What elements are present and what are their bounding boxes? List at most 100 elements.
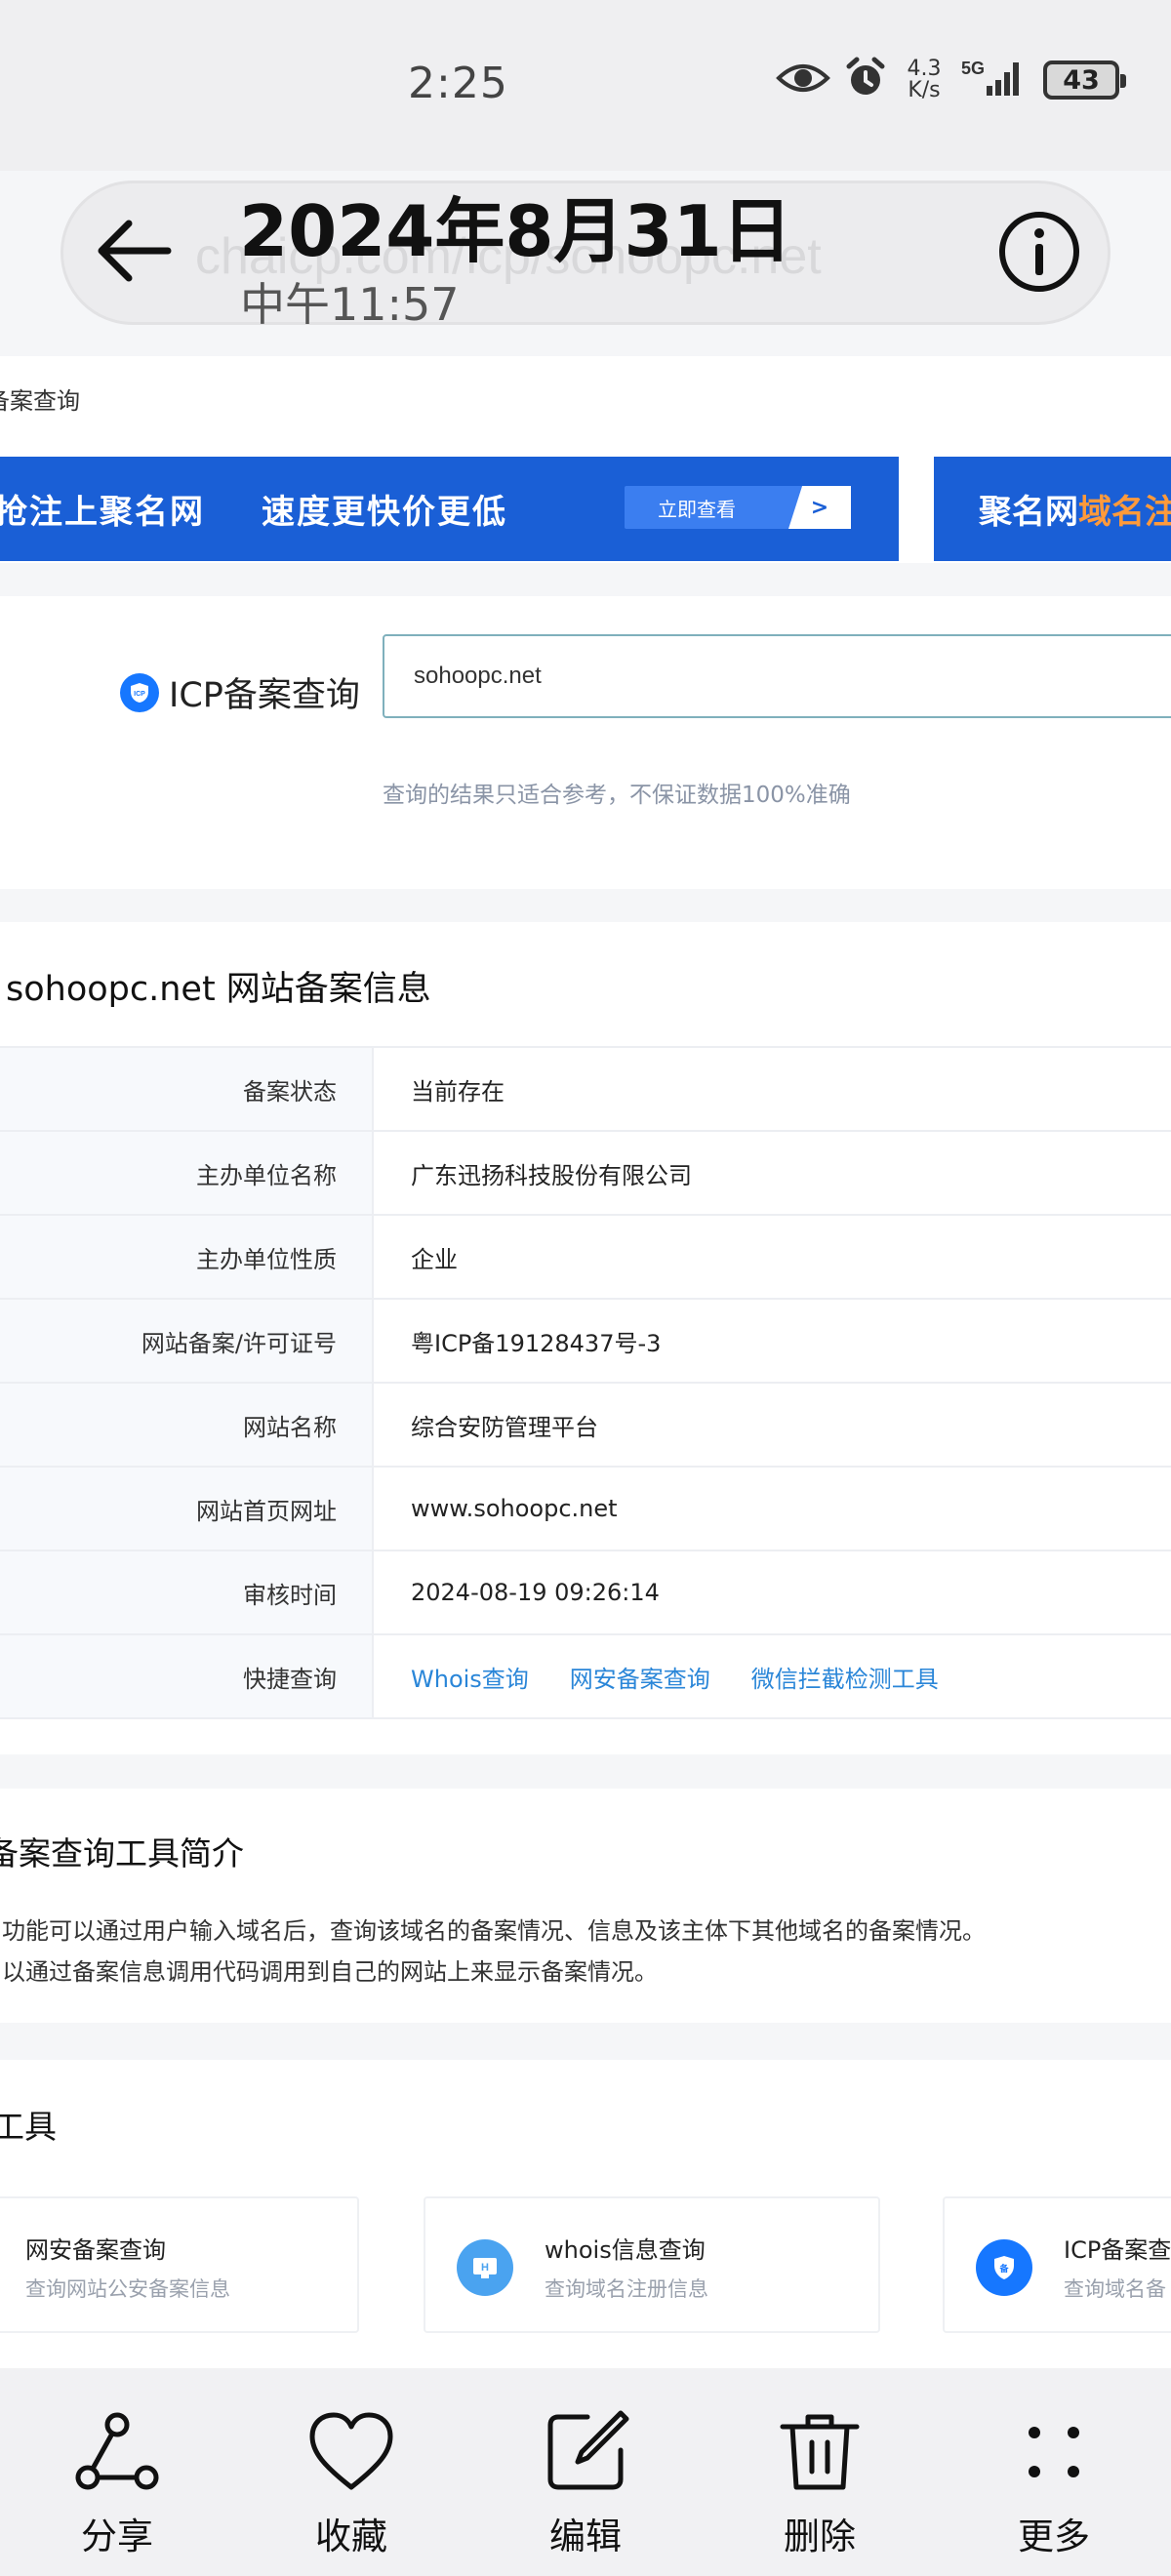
table-row: 主办单位名称 广东迅扬科技股份有限公司	[0, 1132, 1171, 1216]
tool-card-icp[interactable]: 备 ICP备案查 查询域名备	[943, 2196, 1171, 2333]
tool-desc: 查询域名注册信息	[545, 2277, 708, 2301]
table-row: 备案状态 当前存在	[0, 1048, 1171, 1132]
info-icon	[999, 212, 1079, 292]
row-value: 当前存在	[411, 1077, 505, 1106]
chevron-right-icon: >	[788, 486, 851, 529]
row-key: 备案状态	[0, 1048, 374, 1130]
delete-button[interactable]: 删除	[703, 2368, 937, 2576]
icp-search-label: ICP ICP备案查询	[120, 667, 360, 717]
battery-indicator: 43	[1043, 60, 1126, 100]
row-key: 网站首页网址	[0, 1468, 374, 1550]
heart-icon	[309, 2412, 393, 2490]
tools-card: 工具 网安备案查询 查询网站公安备案信息 H whois信息查询 查询域名注册信…	[0, 2060, 1171, 2368]
signal-label: 5G	[961, 59, 985, 78]
alarm-icon	[844, 57, 887, 103]
row-key: 快捷查询	[0, 1635, 374, 1717]
intro-title: 备案查询工具简介	[0, 1834, 244, 1872]
status-bar: 2:25 4.3 K/s 5G 43	[0, 0, 1171, 171]
signal-icon: 5G	[961, 57, 1030, 103]
table-row: 网站备案/许可证号 粤ICP备19128437号-3	[0, 1300, 1171, 1384]
search-card: ICP ICP备案查询	[0, 596, 1171, 889]
share-icon	[75, 2412, 159, 2490]
ad-banner-2[interactable]: 聚名网 域名注	[934, 457, 1171, 561]
table-row: 主办单位性质 企业	[0, 1216, 1171, 1300]
icp-search-title: ICP备案查询	[169, 676, 360, 715]
net-speed-unit: K/s	[908, 78, 941, 102]
web-page: 备案查询 抢注上聚名网 速度更快价更低 立即查看 > 聚名网域名注 ICP IC…	[0, 356, 1171, 2368]
row-key: 主办单位名称	[0, 1132, 374, 1214]
row-key: 网站备案/许可证号	[0, 1300, 374, 1382]
svg-text:H: H	[481, 2262, 489, 2274]
trash-icon	[780, 2414, 860, 2490]
bottom-action-bar: 分享 收藏 编辑 删除 更多	[0, 2368, 1171, 2576]
table-row: 审核时间 2024-08-19 09:26:14	[0, 1551, 1171, 1635]
table-row: 网站名称 综合安防管理平台	[0, 1384, 1171, 1468]
shield-icon: ICP	[120, 672, 159, 712]
breadcrumb-label[interactable]: 备案查询	[0, 382, 80, 416]
net-speed: 4.3 K/s	[901, 59, 948, 101]
quick-links: Whois查询 网安备案查询 微信拦截检测工具	[411, 1635, 980, 1717]
eye-icon	[776, 59, 830, 101]
banner-1-text-a: 抢注上聚名网	[0, 493, 205, 532]
wechat-check-link[interactable]: 微信拦截检测工具	[751, 1660, 939, 1694]
more-icon	[1029, 2427, 1079, 2477]
tools-title: 工具	[0, 2108, 57, 2146]
svg-text:备: 备	[998, 2263, 1009, 2274]
intro-card: 备案查询工具简介 功能可以通过用户输入域名后，查询该域名的备案情况、信息及该主体…	[0, 1789, 1171, 2023]
info-button[interactable]	[995, 208, 1083, 296]
record-info-table: 备案状态 当前存在 主办单位名称 广东迅扬科技股份有限公司 主办单位性质 企业 …	[0, 1046, 1171, 1719]
tool-name: ICP备案查	[1064, 2236, 1171, 2264]
more-button[interactable]: 更多	[937, 2368, 1171, 2576]
whois-link[interactable]: Whois查询	[411, 1660, 529, 1694]
banner-view-button[interactable]: 立即查看 >	[625, 486, 851, 529]
row-value: 综合安防管理平台	[411, 1413, 598, 1441]
intro-line-2: 以通过备案信息调用代码调用到自己的网站上来显示备案情况。	[2, 1958, 658, 1986]
police-record-link[interactable]: 网安备案查询	[570, 1660, 710, 1694]
edit-button[interactable]: 编辑	[468, 2368, 703, 2576]
overlay-time: 中午11:57	[240, 278, 460, 331]
back-arrow-icon	[98, 220, 172, 282]
row-value: 粤ICP备19128437号-3	[411, 1329, 662, 1357]
favorite-label: 收藏	[315, 2516, 387, 2557]
banner-1-text-b: 速度更快价更低	[262, 493, 507, 532]
more-label: 更多	[1018, 2516, 1090, 2557]
tool-card-police[interactable]: 网安备案查询 查询网站公安备案信息	[0, 2196, 359, 2333]
net-speed-value: 4.3	[907, 57, 942, 81]
tool-card-whois[interactable]: H whois信息查询 查询域名注册信息	[424, 2196, 880, 2333]
intro-line-1: 功能可以通过用户输入域名后，查询该域名的备案情况、信息及该主体下其他域名的备案情…	[2, 1917, 986, 1945]
battery-level: 43	[1063, 64, 1100, 96]
banner-2-text-a: 聚名网	[979, 493, 1078, 532]
edit-icon	[547, 2410, 629, 2490]
ad-banner-1[interactable]: 抢注上聚名网 速度更快价更低 立即查看 >	[0, 457, 899, 561]
banner-2-text-b: 域名注	[1078, 493, 1171, 532]
row-value: www.sohoopc.net	[411, 1495, 618, 1522]
record-info-card: sohoopc.net 网站备案信息 备案状态 当前存在 主办单位名称 广东迅扬…	[0, 922, 1171, 1754]
search-disclaimer: 查询的结果只适合参考，不保证数据100%准确	[383, 783, 851, 808]
tool-desc: 查询网站公安备案信息	[25, 2277, 230, 2301]
edit-label: 编辑	[549, 2516, 622, 2557]
tool-name: 网安备案查询	[25, 2236, 166, 2264]
share-label: 分享	[81, 2516, 153, 2557]
banner-button-label: 立即查看	[658, 497, 736, 521]
row-value: 广东迅扬科技股份有限公司	[411, 1161, 692, 1189]
record-info-title: sohoopc.net 网站备案信息	[6, 970, 431, 1009]
row-value: 2024-08-19 09:26:14	[411, 1579, 660, 1606]
row-key: 审核时间	[0, 1551, 374, 1633]
status-clock: 2:25	[408, 59, 508, 108]
share-button[interactable]: 分享	[0, 2368, 234, 2576]
breadcrumb: 备案查询	[0, 356, 1171, 454]
domain-search-input[interactable]	[383, 634, 1171, 718]
row-value: 企业	[411, 1245, 458, 1273]
row-key: 主办单位性质	[0, 1216, 374, 1298]
tool-name: whois信息查询	[545, 2236, 706, 2264]
whois-icon: H	[457, 2239, 513, 2296]
tool-desc: 查询域名备	[1064, 2277, 1166, 2301]
table-row: 网站首页网址 www.sohoopc.net	[0, 1468, 1171, 1551]
status-icons: 4.3 K/s 5G 43	[776, 57, 1126, 103]
delete-label: 删除	[784, 2516, 856, 2557]
favorite-button[interactable]: 收藏	[234, 2368, 468, 2576]
shield-icon: 备	[976, 2239, 1032, 2296]
row-key: 网站名称	[0, 1384, 374, 1466]
table-row-quick: 快捷查询 Whois查询 网安备案查询 微信拦截检测工具	[0, 1635, 1171, 1719]
back-button[interactable]	[90, 207, 178, 295]
